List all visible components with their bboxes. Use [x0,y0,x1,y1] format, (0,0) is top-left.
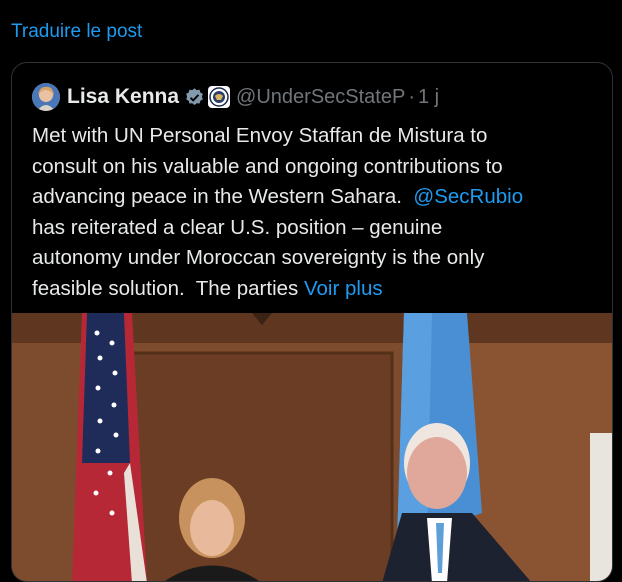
post-timestamp[interactable]: 1 j [418,86,439,109]
text-line: has reiterated a clear U.S. position – g… [32,215,443,239]
see-more-link[interactable]: Voir plus [304,277,383,300]
quoted-post-text: Met with UN Personal Envoy Staffan de Mi… [32,121,602,304]
quoted-post-header: Lisa Kenna @UnderSecStateP · 1 j [32,83,439,111]
author-avatar[interactable] [32,83,60,111]
post-photo[interactable] [12,313,612,581]
author-name[interactable]: Lisa Kenna [67,85,179,109]
verified-badge-icon [184,87,205,108]
translate-post-link[interactable]: Traduire le post [11,21,142,43]
separator-dot: · [408,85,415,108]
author-handle[interactable]: @UnderSecStateP [236,86,405,109]
text-line: feasible solution. The parties Voir plus [32,276,383,300]
text-line: consult on his valuable and ongoing cont… [32,154,503,178]
text-line: autonomy under Moroccan sovereignty is t… [32,246,485,269]
state-dept-seal-icon[interactable] [208,86,231,108]
text-line: advancing peace in the Western Sahara. @… [32,185,524,208]
text-line: Met with UN Personal Envoy Staffan de Mi… [32,124,488,147]
mention-link[interactable]: @SecRubio [413,185,523,208]
quoted-post-card[interactable]: Lisa Kenna @UnderSecStateP · 1 j Met wit… [11,62,613,582]
